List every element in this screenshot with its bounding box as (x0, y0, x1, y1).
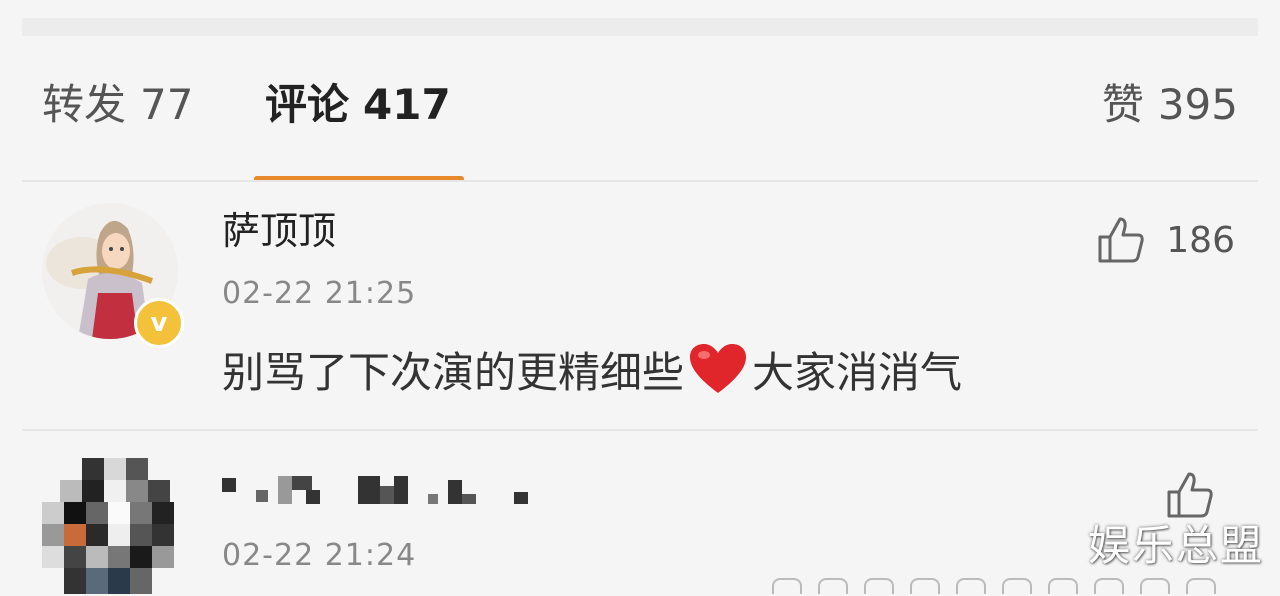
top-bar (22, 18, 1258, 36)
verified-badge-icon: v (134, 298, 184, 348)
comment-text-part1: 别骂了下次演的更精细些 (222, 348, 685, 397)
tab-like-count: 395 (1157, 80, 1238, 129)
tab-comment-label: 评论 (265, 80, 350, 129)
heart-emoji-icon (690, 344, 747, 393)
tab-comment-count: 417 (363, 80, 451, 129)
thumbs-up-icon (1098, 217, 1144, 263)
tab-divider (22, 180, 1258, 182)
tab-like-label: 赞 (1101, 80, 1144, 129)
comment-username[interactable]: 萨顶顶 (222, 208, 336, 254)
tab-bar: 转发 77 评论 417 赞 395 (0, 70, 1280, 150)
avatar-masked[interactable] (42, 458, 178, 594)
like-button[interactable] (1165, 465, 1235, 525)
comment-time: 02-22 21:24 (222, 538, 417, 573)
tab-repost[interactable]: 转发 77 (42, 80, 193, 130)
like-button[interactable]: 186 (1096, 210, 1235, 270)
comment-time: 02-22 21:25 (222, 276, 417, 311)
like-count: 186 (1166, 219, 1235, 261)
tab-like[interactable]: 赞 395 (1102, 80, 1238, 130)
tab-repost-count: 77 (140, 80, 194, 129)
comment-divider (22, 429, 1258, 431)
cut-off-reply-row (772, 578, 1252, 596)
thumbs-up-icon (1167, 472, 1213, 518)
pixelated-avatar (42, 458, 174, 594)
masked-username[interactable] (222, 470, 542, 510)
watermark: 娱乐总盟 (1088, 521, 1265, 570)
comment-text-part2: 大家消消气 (752, 348, 963, 397)
comment-text: 别骂了下次演的更精细些 大家消消气 (222, 343, 962, 400)
tab-comment[interactable]: 评论 417 (265, 80, 451, 130)
tab-repost-label: 转发 (42, 80, 127, 129)
